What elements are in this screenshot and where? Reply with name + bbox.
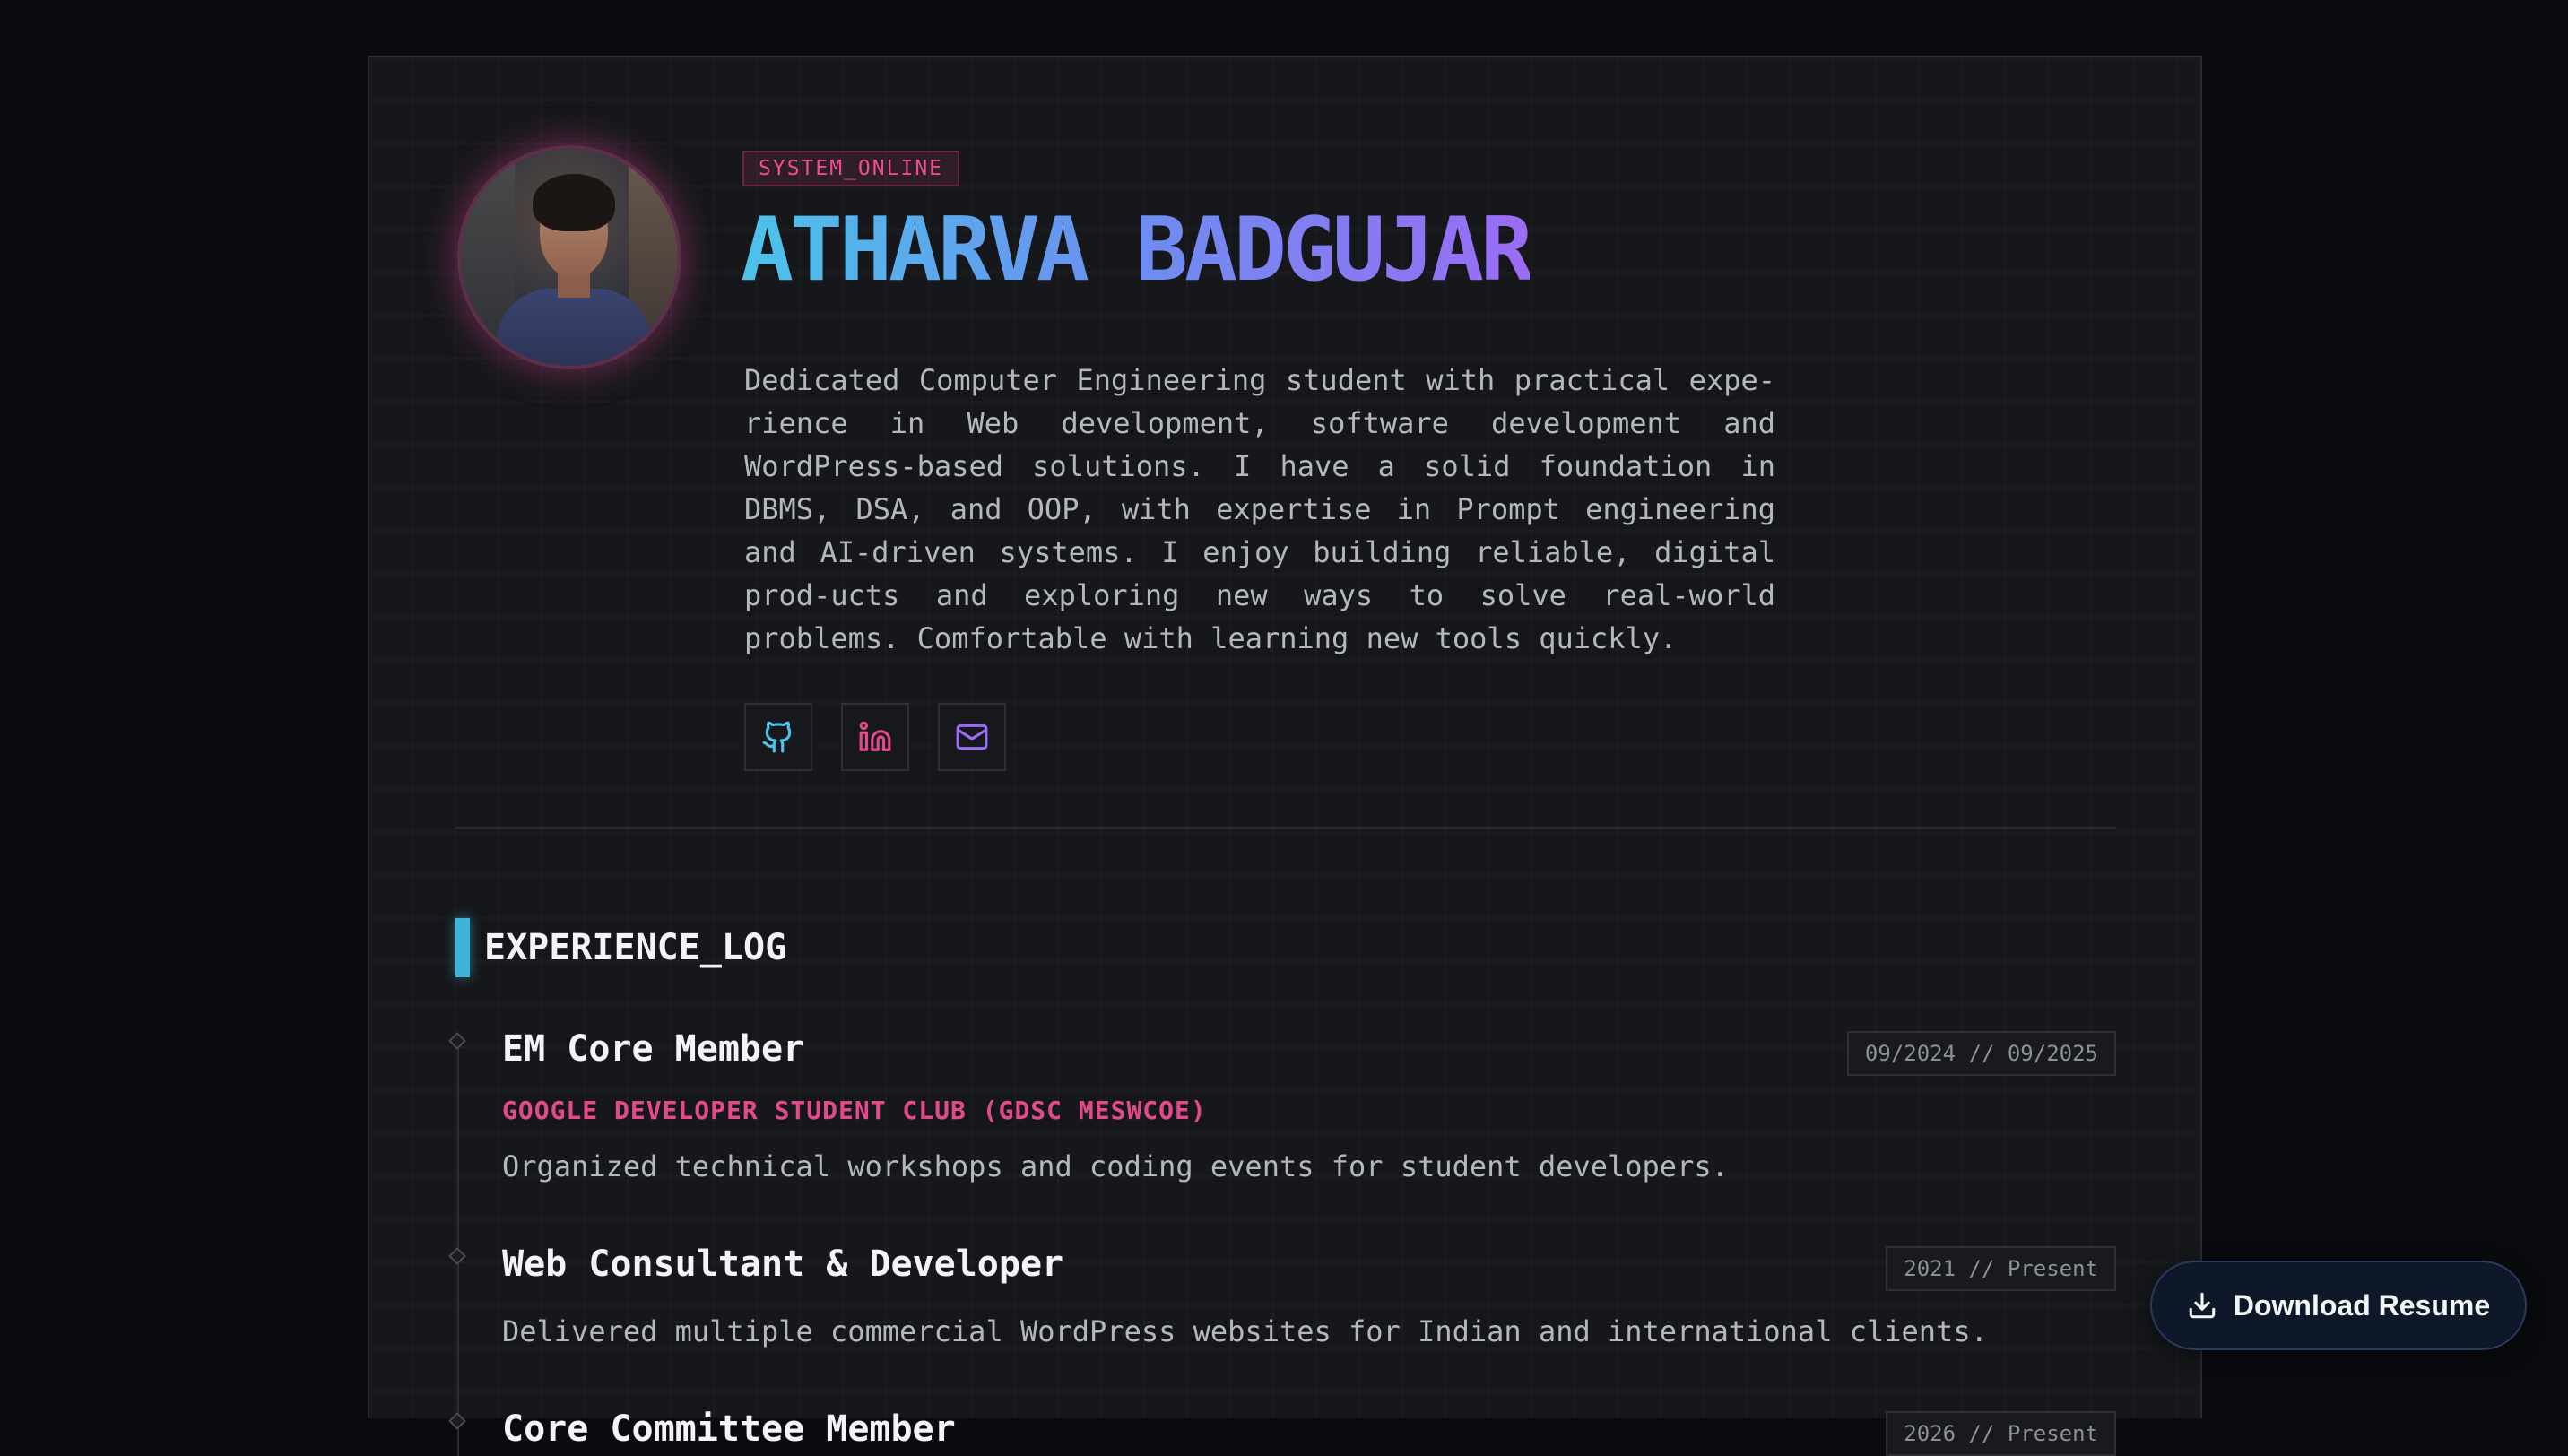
experience-description: Delivered multiple commercial WordPress … <box>502 1314 1988 1348</box>
linkedin-link[interactable] <box>841 703 909 771</box>
section-accent-bar <box>455 918 470 977</box>
experience-org: GOOGLE DEVELOPER STUDENT CLUB (GDSC MESW… <box>502 1096 1207 1125</box>
download-icon <box>2189 1292 2216 1319</box>
timeline-diamond-icon <box>448 1032 466 1050</box>
email-link[interactable] <box>938 703 1006 771</box>
experience-date: 2021 // Present <box>1886 1246 2116 1291</box>
page-title: ATHARVA BADGUJAR <box>741 192 1533 308</box>
profile-card: SYSTEM_ONLINE ATHARVA BADGUJAR Dedicated… <box>368 56 2202 1456</box>
experience-section-header: EXPERIENCE_LOG <box>455 918 786 977</box>
experience-date: 09/2024 // 09/2025 <box>1846 1031 2116 1076</box>
section-divider <box>455 827 2116 829</box>
mail-icon <box>956 724 988 750</box>
github-link[interactable] <box>744 703 812 771</box>
timeline-diamond-icon <box>448 1412 466 1430</box>
section-title: EXPERIENCE_LOG <box>484 927 787 968</box>
timeline-diamond-icon <box>448 1247 466 1265</box>
download-resume-button[interactable]: Download Resume <box>2150 1261 2527 1350</box>
experience-title: Core Committee Member <box>502 1408 956 1450</box>
bio-text: Dedicated Computer Engineering student w… <box>744 363 1775 655</box>
experience-date: 2026 // Present <box>1886 1411 2116 1456</box>
experience-title: EM Core Member <box>502 1028 805 1070</box>
github-icon <box>762 721 792 753</box>
status-badge: SYSTEM_ONLINE <box>742 151 960 186</box>
linkedin-icon <box>859 721 891 751</box>
experience-title: Web Consultant & Developer <box>502 1244 1064 1285</box>
social-links <box>744 703 1006 771</box>
avatar <box>457 145 681 369</box>
experience-description: Organized technical workshops and coding… <box>502 1149 1729 1183</box>
download-resume-label: Download Resume <box>2233 1288 2491 1322</box>
